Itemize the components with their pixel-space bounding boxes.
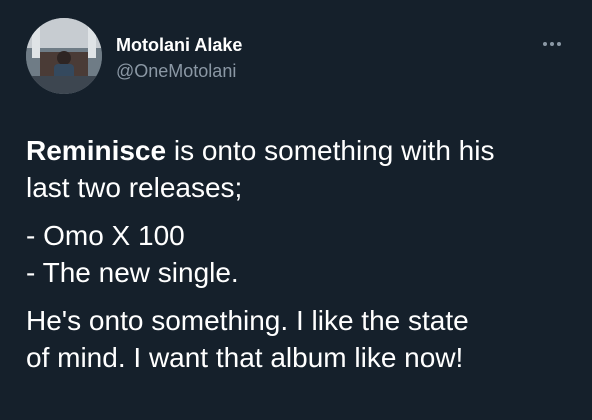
tweet-paragraph-1: Reminisce is onto something with his last… (26, 132, 576, 206)
avatar[interactable] (26, 18, 102, 94)
mention-reminisce[interactable]: Reminisce (26, 135, 166, 166)
more-horizontal-icon (543, 42, 547, 46)
author-handle[interactable]: @OneMotolani (116, 60, 236, 82)
tweet-line-2: last two releases; (26, 172, 243, 203)
avatar-image (26, 18, 102, 94)
author-name[interactable]: Motolani Alake (116, 34, 242, 56)
tweet-line-1-rest: is onto something with his (166, 135, 495, 166)
tweet-paragraph-3: He's onto something. I like the state of … (26, 302, 576, 376)
tweet-body: Reminisce is onto something with his last… (26, 132, 576, 376)
tweet-line-6: of mind. I want that album like now! (26, 342, 464, 373)
more-options-button[interactable] (537, 34, 567, 54)
more-horizontal-icon (557, 42, 561, 46)
tweet-paragraph-2: - Omo X 100 - The new single. (26, 217, 576, 291)
tweet-card: Motolani Alake @OneMotolani Reminisce is… (0, 0, 592, 420)
tweet-line-5: He's onto something. I like the state (26, 305, 469, 336)
list-item: - The new single. (26, 257, 239, 288)
more-horizontal-icon (550, 42, 554, 46)
list-item: - Omo X 100 (26, 220, 185, 251)
